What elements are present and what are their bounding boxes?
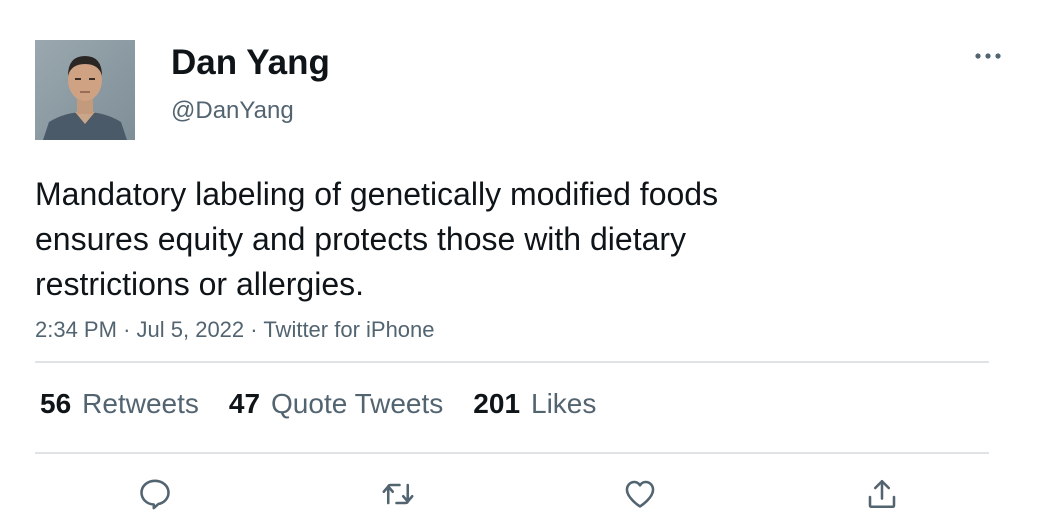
engagement-stats: 56 Retweets 47 Quote Tweets 201 Likes	[40, 386, 626, 422]
avatar[interactable]	[35, 40, 135, 140]
retweets-stat[interactable]: 56 Retweets	[40, 386, 199, 422]
tweet-source[interactable]: Twitter for iPhone	[263, 317, 434, 342]
action-bar	[0, 474, 1050, 514]
retweets-count: 56	[40, 388, 72, 419]
quote-tweets-count: 47	[228, 388, 261, 419]
tweet-time[interactable]: 2:34 PM	[35, 317, 117, 342]
retweets-label: Retweets	[82, 388, 199, 419]
avatar-photo	[35, 40, 135, 140]
like-button[interactable]	[620, 474, 660, 514]
likes-stat[interactable]: 201 Likes	[473, 386, 596, 422]
quote-tweets-stat[interactable]: 47 Quote Tweets	[229, 386, 443, 422]
likes-label: Likes	[531, 388, 597, 419]
display-name[interactable]: Dan Yang	[171, 43, 330, 83]
share-button[interactable]	[862, 474, 902, 514]
divider	[35, 452, 989, 454]
quote-tweets-label: Quote Tweets	[271, 388, 444, 419]
tweet-date[interactable]: Jul 5, 2022	[137, 317, 245, 342]
tweet-text: Mandatory labeling of genetically modifi…	[35, 176, 719, 302]
more-options-button[interactable]	[968, 40, 1008, 72]
likes-count: 201	[473, 388, 521, 419]
share-upload-icon	[868, 479, 896, 509]
meta-separator: ·	[123, 317, 137, 342]
retweet-button[interactable]	[378, 474, 418, 514]
tweet-card: Dan Yang @DanYang Mandatory labeling of …	[0, 0, 1050, 525]
divider	[35, 361, 989, 363]
more-horizontal-icon	[975, 53, 1001, 59]
heart-icon	[625, 480, 655, 508]
user-handle[interactable]: @DanYang	[171, 96, 294, 126]
reply-button[interactable]	[135, 474, 175, 514]
meta-separator: ·	[250, 317, 264, 342]
reply-bubble-icon	[140, 479, 170, 510]
tweet-metadata: 2:34 PM · Jul 5, 2022 · Twitter for iPho…	[35, 316, 435, 344]
retweet-arrows-icon	[382, 483, 414, 505]
